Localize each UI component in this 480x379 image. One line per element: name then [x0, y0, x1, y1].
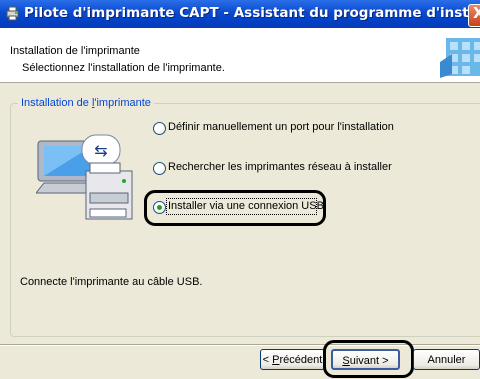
network-printer-decoration-icon: [440, 38, 480, 78]
next-button[interactable]: Suivant >: [331, 349, 400, 370]
option-description: Connecte l'imprimante au câble USB.: [20, 276, 203, 288]
group-label: Installation de l'imprimante: [18, 97, 154, 109]
installer-window: Pilote d'imprimante CAPT - Assistant du …: [0, 0, 480, 379]
radio-usb-connection[interactable]: [153, 201, 166, 214]
usb-connection-illustration-icon: ⇆: [36, 134, 133, 220]
option-manual-port-label[interactable]: Définir manuellement un port pour l'inst…: [168, 121, 394, 133]
option-network-search-label[interactable]: Rechercher les imprimantes réseau à inst…: [168, 161, 392, 173]
cancel-button[interactable]: Annuler: [413, 349, 480, 370]
radio-network-search[interactable]: [153, 162, 166, 175]
header-subtitle: Sélectionnez l'installation de l'imprima…: [22, 62, 225, 74]
close-button[interactable]: X: [468, 4, 480, 27]
window-title: Pilote d'imprimante CAPT - Assistant du …: [24, 5, 480, 21]
title-bar[interactable]: Pilote d'imprimante CAPT - Assistant du …: [0, 0, 480, 28]
back-button[interactable]: < Précédent: [260, 349, 325, 370]
radio-selected-dot: [157, 205, 162, 210]
header-title: Installation de l'imprimante: [10, 45, 140, 57]
svg-text:⇆: ⇆: [94, 141, 107, 160]
option-usb-connection-label[interactable]: Installer via une connexion USB: [168, 200, 324, 212]
close-icon: X: [473, 4, 480, 22]
printer-app-icon: [6, 6, 19, 21]
radio-manual-port[interactable]: [153, 122, 166, 135]
